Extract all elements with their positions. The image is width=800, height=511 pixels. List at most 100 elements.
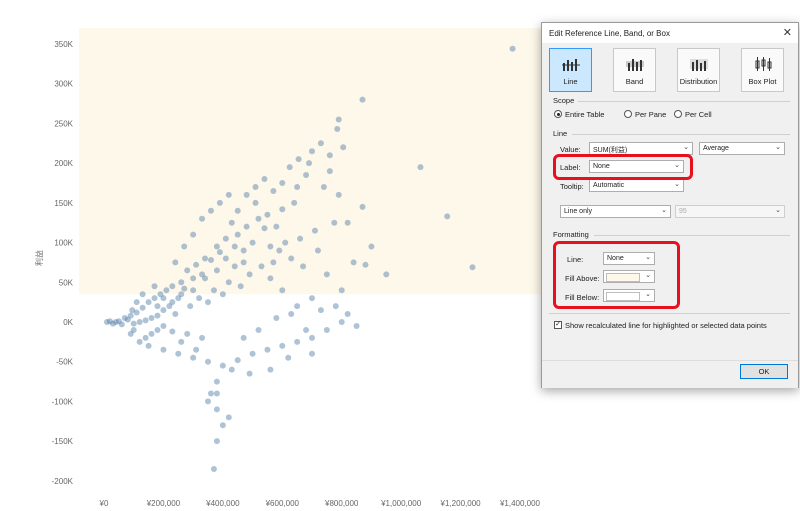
data-point[interactable] — [225, 191, 232, 198]
data-point[interactable] — [210, 465, 217, 472]
data-point[interactable] — [255, 326, 262, 333]
data-point[interactable] — [294, 183, 301, 190]
data-point[interactable] — [148, 315, 155, 322]
data-point[interactable] — [231, 243, 238, 250]
data-point[interactable] — [264, 211, 271, 218]
data-point[interactable] — [130, 320, 137, 327]
data-point[interactable] — [172, 259, 179, 266]
data-point[interactable] — [219, 291, 226, 298]
data-point[interactable] — [368, 243, 375, 250]
data-point[interactable] — [210, 287, 217, 294]
data-point[interactable] — [288, 311, 295, 318]
data-point[interactable] — [219, 422, 226, 429]
data-point[interactable] — [270, 259, 277, 266]
confidence-mode-dropdown[interactable]: Line only ⌄ — [560, 205, 671, 218]
data-point[interactable] — [323, 326, 330, 333]
data-point[interactable] — [184, 267, 191, 274]
data-point[interactable] — [205, 358, 211, 365]
data-point[interactable] — [190, 354, 197, 361]
data-point[interactable] — [193, 261, 200, 268]
data-point[interactable] — [317, 140, 324, 147]
data-point[interactable] — [151, 295, 158, 302]
data-point[interactable] — [213, 406, 220, 413]
data-point[interactable] — [295, 156, 302, 163]
type-button-line[interactable]: Line — [549, 48, 592, 92]
data-point[interactable] — [444, 213, 451, 220]
data-point[interactable] — [340, 144, 347, 151]
data-point[interactable] — [169, 283, 176, 290]
data-point[interactable] — [353, 322, 360, 329]
data-point[interactable] — [383, 271, 390, 278]
data-point[interactable] — [148, 330, 155, 337]
data-point[interactable] — [234, 207, 241, 214]
data-point[interactable] — [338, 319, 345, 325]
data-point[interactable] — [243, 191, 250, 198]
data-point[interactable] — [258, 263, 265, 270]
data-point[interactable] — [142, 334, 149, 341]
data-point[interactable] — [190, 275, 197, 282]
data-point[interactable] — [160, 322, 167, 329]
data-point[interactable] — [359, 96, 366, 103]
data-point[interactable] — [291, 199, 298, 206]
data-point[interactable] — [151, 283, 158, 290]
data-point[interactable] — [249, 239, 256, 246]
data-point[interactable] — [142, 317, 149, 324]
data-point[interactable] — [240, 247, 247, 254]
data-point[interactable] — [213, 378, 220, 385]
data-point[interactable] — [127, 330, 134, 337]
data-point[interactable] — [219, 362, 226, 369]
data-point[interactable] — [255, 215, 262, 222]
data-point[interactable] — [332, 303, 339, 310]
data-point[interactable] — [222, 235, 229, 242]
data-point[interactable] — [190, 287, 197, 294]
data-point[interactable] — [282, 239, 289, 246]
data-point[interactable] — [267, 366, 274, 373]
data-point[interactable] — [267, 243, 274, 250]
data-point[interactable] — [509, 45, 516, 52]
data-point[interactable] — [309, 334, 315, 341]
data-point[interactable] — [196, 295, 203, 302]
data-point[interactable] — [335, 116, 342, 123]
data-point[interactable] — [213, 267, 220, 274]
data-point[interactable] — [187, 303, 194, 310]
radio-per-cell[interactable] — [674, 110, 682, 118]
data-point[interactable] — [344, 219, 351, 226]
data-point[interactable] — [297, 235, 304, 242]
data-point[interactable] — [207, 390, 214, 397]
data-point[interactable] — [303, 326, 310, 333]
data-point[interactable] — [172, 311, 179, 318]
data-point[interactable] — [294, 338, 301, 345]
data-point[interactable] — [178, 291, 185, 298]
data-point[interactable] — [190, 231, 197, 238]
data-point[interactable] — [234, 357, 241, 364]
data-point[interactable] — [264, 346, 271, 353]
data-point[interactable] — [213, 243, 220, 250]
data-point[interactable] — [222, 255, 229, 262]
data-point[interactable] — [154, 312, 161, 319]
data-point[interactable] — [311, 227, 318, 234]
data-point[interactable] — [273, 315, 280, 322]
data-point[interactable] — [309, 148, 315, 155]
data-point[interactable] — [207, 257, 214, 264]
data-point[interactable] — [228, 366, 235, 373]
data-point[interactable] — [103, 319, 110, 325]
data-point[interactable] — [320, 183, 327, 190]
data-point[interactable] — [326, 152, 333, 159]
data-point[interactable] — [300, 263, 307, 270]
data-point[interactable] — [160, 295, 167, 302]
data-point[interactable] — [205, 299, 211, 306]
data-point[interactable] — [225, 414, 232, 421]
data-point[interactable] — [279, 342, 286, 349]
data-point[interactable] — [323, 271, 330, 278]
data-point[interactable] — [279, 287, 286, 294]
data-point[interactable] — [252, 199, 259, 206]
data-point[interactable] — [139, 304, 146, 311]
data-point[interactable] — [121, 315, 128, 322]
data-point[interactable] — [240, 334, 247, 341]
data-point[interactable] — [145, 299, 152, 306]
type-button-band[interactable]: Band — [613, 48, 656, 92]
data-point[interactable] — [228, 219, 235, 226]
data-point[interactable] — [181, 243, 188, 250]
data-point[interactable] — [160, 307, 167, 314]
data-point[interactable] — [359, 203, 366, 210]
